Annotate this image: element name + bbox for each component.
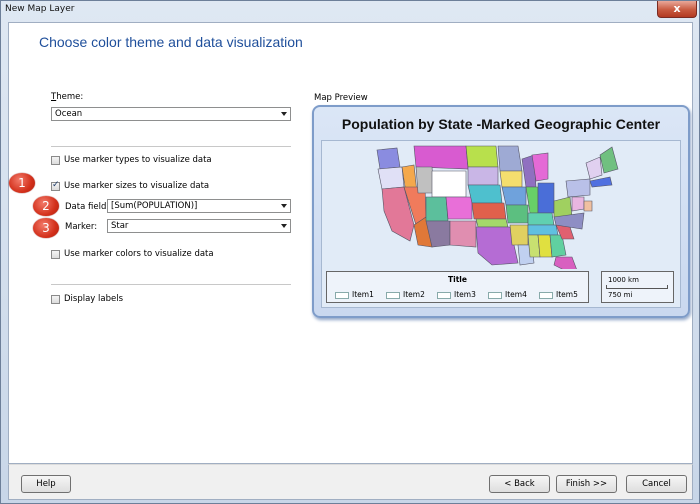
legend-item: Item3	[437, 290, 476, 299]
theme-select-value: Ocean	[55, 109, 83, 119]
display-labels-label: Display labels	[64, 294, 124, 304]
legend-item: Item4	[488, 290, 527, 299]
window-title: New Map Layer	[5, 4, 75, 14]
cancel-button[interactable]: Cancel	[626, 475, 687, 493]
data-field-label: Data field:	[65, 202, 110, 212]
legend-title: Title	[448, 275, 467, 284]
close-button[interactable]: x	[657, 1, 697, 18]
legend-swatch	[386, 291, 400, 299]
legend-item-label: Item3	[454, 290, 476, 299]
legend-item-label: Item4	[505, 290, 527, 299]
dialog-content: Choose color theme and data visualizatio…	[8, 22, 693, 464]
legend-item: Item2	[386, 290, 425, 299]
scale-bar	[606, 285, 668, 289]
legend-swatch	[335, 291, 349, 299]
legend-swatch	[437, 291, 451, 299]
marker-types-checkbox[interactable]	[51, 156, 60, 165]
theme-label-text: heme:	[56, 92, 84, 102]
legend-swatch	[488, 291, 502, 299]
help-button[interactable]: Help	[21, 475, 71, 493]
step-badge-2: 2	[33, 196, 59, 216]
us-states-map-image	[376, 145, 619, 269]
map-area: Title Item1 Item2 Item3 Item4 Item5 1000…	[321, 140, 681, 308]
marker-select[interactable]: Star	[107, 219, 291, 233]
map-preview: Population by State -Marked Geographic C…	[312, 105, 690, 318]
scale-mi: 750 mi	[608, 291, 633, 299]
data-field-select[interactable]: [Sum(POPULATION)]	[107, 199, 291, 213]
legend-swatch	[539, 291, 553, 299]
theme-select[interactable]: Ocean	[51, 107, 291, 121]
legend-item-label: Item5	[556, 290, 578, 299]
legend-item-label: Item1	[352, 290, 374, 299]
button-bar: Help < Back Finish >> Cancel	[8, 464, 693, 500]
display-labels-checkbox[interactable]	[51, 295, 60, 304]
marker-types-label: Use marker types to visualize data	[64, 155, 212, 165]
dialog-window: New Map Layer x Choose color theme and d…	[0, 0, 700, 504]
map-scale: 1000 km 750 mi	[601, 271, 674, 303]
legend-item-label: Item2	[403, 290, 425, 299]
map-legend: Title Item1 Item2 Item3 Item4 Item5	[326, 271, 589, 303]
data-field-value: [Sum(POPULATION)]	[111, 201, 198, 211]
divider	[51, 146, 291, 147]
map-preview-label: Map Preview	[314, 93, 368, 103]
divider	[51, 284, 291, 285]
step-badge-3: 3	[33, 218, 59, 238]
marker-colors-label: Use marker colors to visualize data	[64, 249, 214, 259]
scale-km: 1000 km	[608, 276, 639, 284]
marker-sizes-checkbox[interactable]	[51, 180, 60, 191]
page-title: Choose color theme and data visualizatio…	[39, 34, 303, 50]
chevron-down-icon[interactable]	[281, 204, 287, 208]
marker-colors-checkbox[interactable]	[51, 250, 60, 259]
finish-button[interactable]: Finish >>	[556, 475, 617, 493]
chevron-down-icon[interactable]	[281, 224, 287, 228]
title-bar: New Map Layer x	[1, 1, 699, 21]
marker-select-value: Star	[111, 221, 129, 231]
chevron-down-icon[interactable]	[281, 112, 287, 116]
legend-item: Item1	[335, 290, 374, 299]
map-title: Population by State -Marked Geographic C…	[341, 116, 661, 132]
marker-sizes-label: Use marker sizes to visualize data	[64, 181, 210, 191]
theme-label: Theme:	[51, 92, 83, 102]
step-badge-1: 1	[9, 173, 35, 193]
marker-label: Marker:	[65, 222, 98, 232]
legend-item: Item5	[539, 290, 578, 299]
back-button[interactable]: < Back	[489, 475, 550, 493]
